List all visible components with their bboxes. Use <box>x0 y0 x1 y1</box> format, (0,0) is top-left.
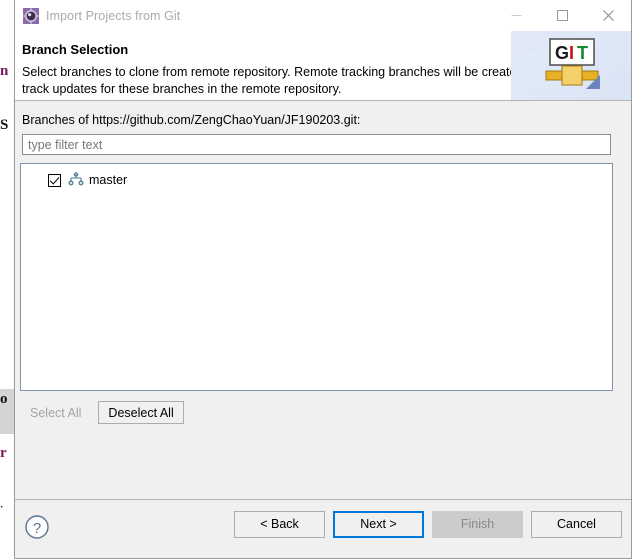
branch-list[interactable]: master <box>20 163 613 391</box>
page-description: Select branches to clone from remote rep… <box>22 65 538 96</box>
finish-button[interactable]: Finish <box>432 511 523 538</box>
svg-text:T: T <box>577 43 588 63</box>
svg-text:I: I <box>569 43 574 63</box>
svg-text:G: G <box>555 43 569 63</box>
import-projects-from-git-dialog: Import Projects from Git Branch Selectio… <box>14 0 632 559</box>
banner-artwork: G I T <box>511 31 631 100</box>
window-title: Import Projects from Git <box>46 8 181 23</box>
window-controls <box>493 0 631 31</box>
page-title: Branch Selection <box>22 42 129 57</box>
branches-label: Branches of https://github.com/ZengChaoY… <box>22 113 361 127</box>
back-button[interactable]: < Back <box>234 511 325 538</box>
minimize-icon[interactable] <box>493 0 539 31</box>
close-icon[interactable] <box>585 0 631 31</box>
dialog-footer: ? < Back Next > Finish Cancel <box>15 499 631 558</box>
filter-input[interactable] <box>22 134 611 155</box>
wizard-banner: Branch Selection Select branches to clon… <box>15 31 631 101</box>
eclipse-wizard-icon <box>23 7 39 24</box>
cancel-button[interactable]: Cancel <box>531 511 622 538</box>
branch-selection-content: Branches of https://github.com/ZengChaoY… <box>15 101 631 499</box>
deselect-all-button[interactable]: Deselect All <box>98 401 184 424</box>
wizard-buttons: < Back Next > Finish Cancel <box>234 511 622 538</box>
selection-buttons: Select All Deselect All <box>20 401 184 424</box>
svg-text:?: ? <box>33 520 41 537</box>
list-item[interactable]: master <box>21 170 612 190</box>
branch-checkbox[interactable] <box>48 173 61 187</box>
git-logo-icon: G I T <box>544 37 604 93</box>
branch-name: master <box>89 173 128 187</box>
title-bar: Import Projects from Git <box>15 0 631 31</box>
git-branch-icon <box>68 172 84 188</box>
help-icon[interactable]: ? <box>24 514 50 540</box>
maximize-icon[interactable] <box>539 0 585 31</box>
next-button[interactable]: Next > <box>333 511 424 538</box>
select-all-button[interactable]: Select All <box>20 401 91 424</box>
